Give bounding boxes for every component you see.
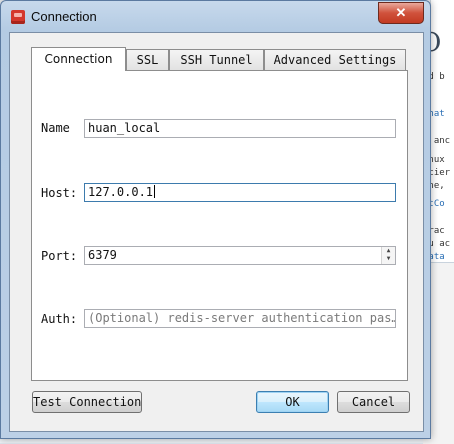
port-spinbox[interactable]: 6379 ▲ ▼ xyxy=(84,246,396,265)
tab-advanced-settings[interactable]: Advanced Settings xyxy=(264,49,406,70)
tab-ssl[interactable]: SSL xyxy=(126,49,169,70)
text-cursor xyxy=(154,185,156,198)
host-value: 127.0.0.1 xyxy=(88,185,154,199)
auth-field[interactable]: (Optional) redis-server authentication p… xyxy=(84,309,396,328)
port-label: Port: xyxy=(41,249,78,263)
name-field[interactable]: huan_local xyxy=(84,119,396,138)
port-value: 6379 xyxy=(88,248,117,262)
close-button[interactable]: ✕ xyxy=(378,2,424,24)
window-title: Connection xyxy=(31,9,97,24)
auth-label: Auth: xyxy=(41,312,78,326)
tab-ssh-tunnel[interactable]: SSH Tunnel xyxy=(169,49,264,70)
spin-down-icon[interactable]: ▼ xyxy=(382,255,395,263)
name-label: Name xyxy=(41,121,70,135)
connection-tab-panel: Name huan_local Host: 127.0.0.1 Port: 63… xyxy=(31,70,408,381)
cancel-button[interactable]: Cancel xyxy=(337,391,410,413)
spin-up-icon[interactable]: ▲ xyxy=(382,247,395,255)
tab-connection[interactable]: Connection xyxy=(31,47,126,71)
title-bar[interactable]: Connection ✕ xyxy=(1,1,430,31)
host-field[interactable]: 127.0.0.1 xyxy=(84,183,396,202)
dialog-client-area: Connection SSL SSH Tunnel Advanced Setti… xyxy=(9,32,424,432)
test-connection-button[interactable]: Test Connection xyxy=(32,391,142,413)
host-label: Host: xyxy=(41,186,78,200)
redis-app-icon xyxy=(11,10,25,24)
port-spin-buttons[interactable]: ▲ ▼ xyxy=(381,247,395,264)
ok-button[interactable]: OK xyxy=(256,391,329,413)
connection-dialog: Connection ✕ Connection SSL SSH Tunnel A… xyxy=(0,0,431,439)
